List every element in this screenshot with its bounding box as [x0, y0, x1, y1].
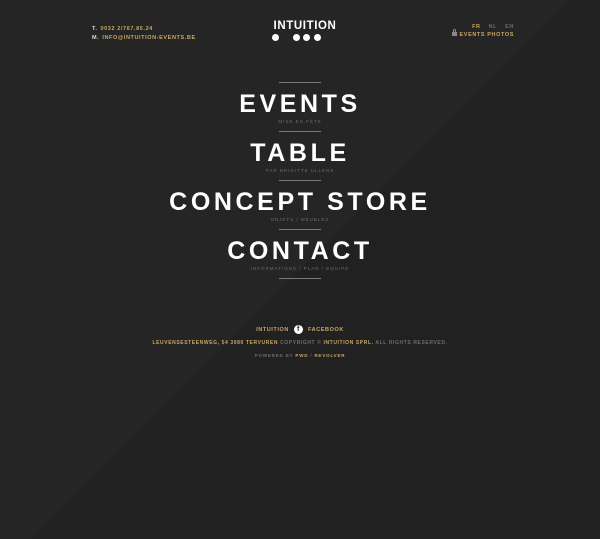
menu-subtitle: MISE EN FÊTE [278, 119, 322, 124]
rights-text: ALL RIGHTS RESERVED. [375, 340, 448, 346]
menu-title: TABLE [250, 139, 350, 167]
revolver-link[interactable]: REVOLVER [315, 353, 346, 358]
phone-link[interactable]: 0032 2/767.85.24 [100, 26, 152, 32]
powered-separator: / [310, 353, 313, 358]
header-contact: T. 0032 2/767.85.24 M. INFO@INTUITION-EVEN… [92, 25, 196, 43]
events-photos-label: EVENTS PHOTOS [459, 32, 514, 38]
facebook-link[interactable]: FACEBOOK [308, 327, 344, 333]
phone-label: T. [92, 26, 98, 32]
menu-divider [279, 278, 321, 279]
copyright-text: COPYRIGHT © [280, 340, 322, 346]
email-label: M. [92, 35, 100, 41]
menu-subtitle: INFORMATIONS / PLAN / EQUIPE [250, 266, 350, 271]
lang-en[interactable]: EN [505, 24, 514, 30]
email-line: M. INFO@INTUITION-EVENTS.BE [92, 34, 196, 43]
language-switcher: FR NL EN [464, 24, 514, 30]
email-link[interactable]: INFO@INTUITION-EVENTS.BE [102, 35, 195, 41]
menu-item-contact[interactable]: CONTACT INFORMATIONS / PLAN / EQUIPE [0, 230, 600, 278]
logo-dot-4 [314, 34, 321, 41]
lang-fr[interactable]: FR [472, 24, 481, 30]
footer-address: LEUVENSESTEENWEG, 54 3080 TERVUREN COPYR… [0, 340, 600, 346]
powered-by-text: POWERED BY [254, 353, 294, 358]
logo-dot-1 [272, 34, 279, 41]
logo-dot-3 [303, 34, 310, 41]
menu-item-table[interactable]: TABLE PAR BRIGITTE ULLENS [0, 132, 600, 180]
address-text: LEUVENSESTEENWEG, 54 3080 TERVUREN [152, 340, 279, 346]
intuition-link[interactable]: INTUITION [256, 327, 289, 333]
footer-social: INTUITION f FACEBOOK [0, 325, 600, 334]
menu-title: CONTACT [227, 237, 373, 265]
menu-item-concept-store[interactable]: CONCEPT STORE OBJETS / MEUBLES [0, 181, 600, 229]
lang-nl[interactable]: NL [489, 24, 498, 30]
menu-title: EVENTS [239, 90, 361, 118]
menu-item-events[interactable]: EVENTS MISE EN FÊTE [0, 83, 600, 131]
logo-dot-2 [293, 34, 300, 41]
facebook-icon[interactable]: f [293, 325, 303, 334]
company-link[interactable]: INTUITION SPRL. [323, 340, 373, 346]
lock-icon [451, 29, 457, 36]
menu-subtitle: PAR BRIGITTE ULLENS [265, 168, 335, 173]
menu-title: CONCEPT STORE [169, 188, 431, 216]
events-photos-link[interactable]: EVENTS PHOTOS [451, 29, 514, 38]
logo-text: INTUITION [273, 20, 337, 32]
pwd-link[interactable]: PWD [295, 353, 308, 358]
main-menu: EVENTS MISE EN FÊTE TABLE PAR BRIGITTE U… [0, 82, 600, 279]
menu-subtitle: OBJETS / MEUBLES [270, 217, 330, 222]
logo-dots [270, 34, 340, 44]
footer-powered: POWERED BY PWD / REVOLVER [0, 353, 600, 358]
site-logo[interactable]: INTUITION [270, 20, 340, 44]
phone-line: T. 0032 2/767.85.24 [92, 25, 196, 34]
